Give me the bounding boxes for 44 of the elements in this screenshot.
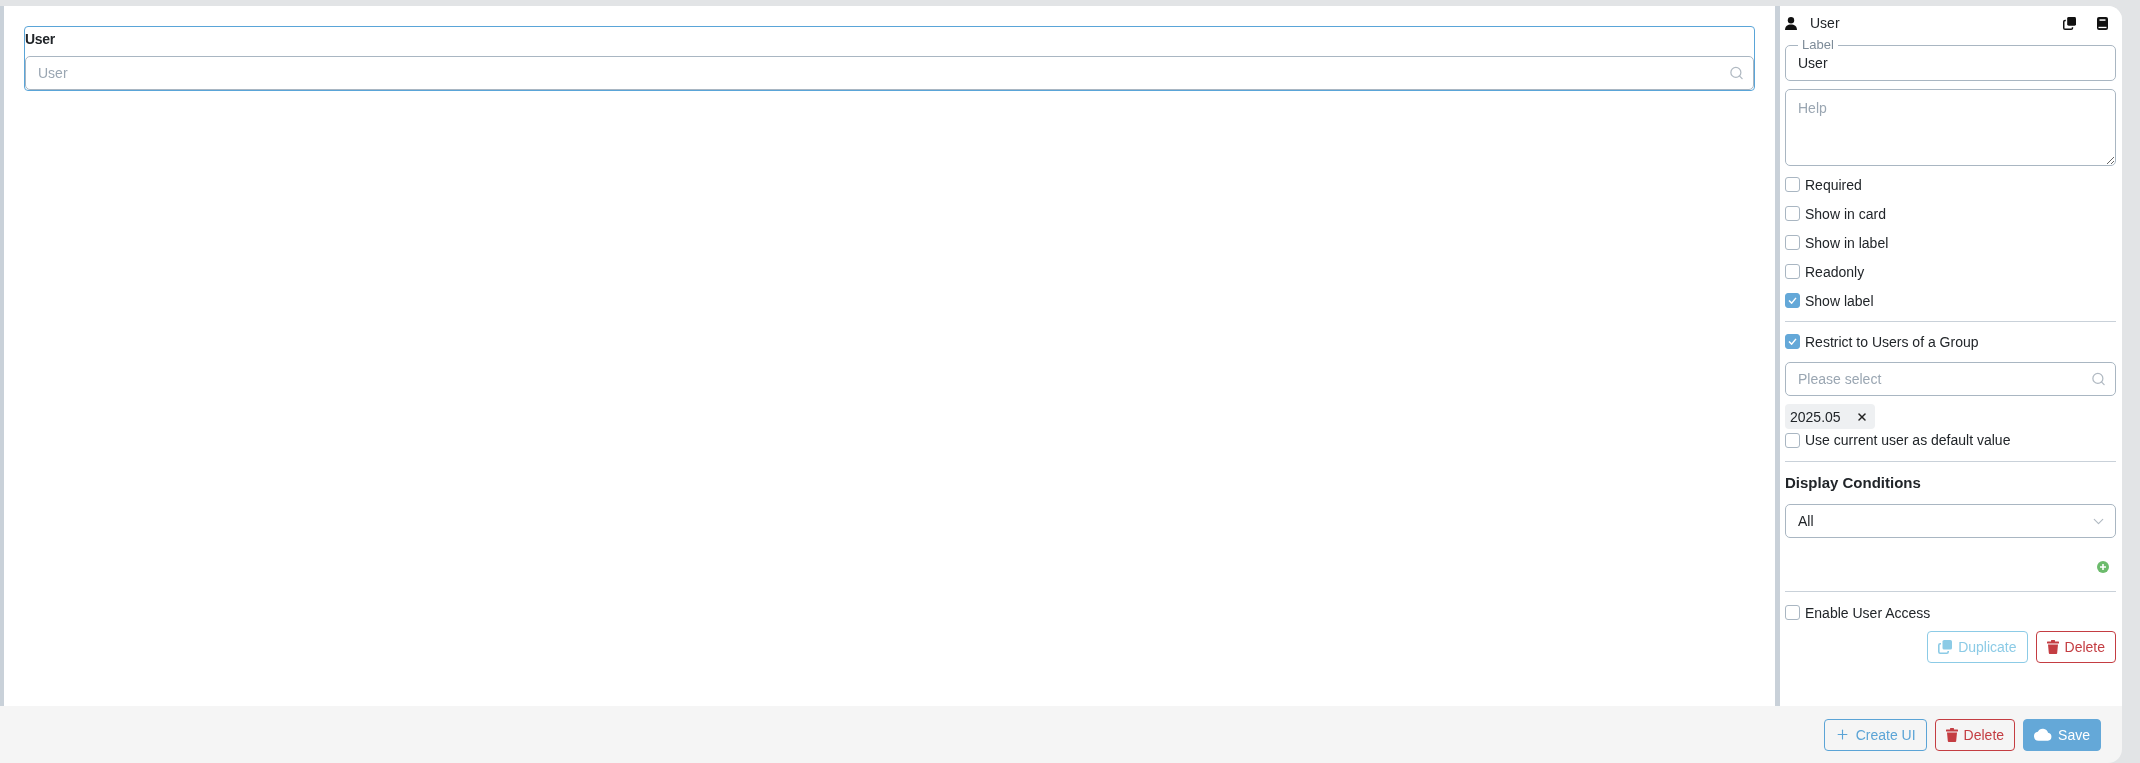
close-icon[interactable] [1856,410,1868,423]
copy-icon [1938,640,1953,654]
label-field[interactable]: Label User [1785,38,2116,81]
group-select-field[interactable]: Please select [1785,362,2116,396]
checkbox-label: Enable User Access [1805,604,1931,621]
checkbox-label: Restrict to Users of a Group [1805,333,1979,350]
user-search-field[interactable]: User [25,56,1754,90]
delete-button[interactable]: Delete [1934,718,2016,751]
checkbox-label: Show in label [1805,234,1889,251]
check-icon [1788,297,1797,304]
checkbox[interactable] [1785,334,1800,349]
checkbox-label: Show in card [1805,205,1886,222]
label-input[interactable]: User [1798,52,2103,74]
checkbox[interactable] [1785,605,1800,620]
section-heading: Display Conditions [1785,473,1921,493]
form-field-card[interactable]: User User [24,26,1755,91]
checkbox[interactable] [1785,235,1800,250]
checkbox-label: Show label [1805,292,1874,309]
chip-label: 2025.05 [1790,408,1841,425]
field-label: User [25,30,55,49]
checkbox[interactable] [1785,293,1800,308]
check-icon [1788,338,1797,345]
checkbox[interactable] [1785,264,1800,279]
search-icon [1729,65,1744,81]
add-condition-icon[interactable] [2097,561,2109,573]
trash-icon [2046,640,2059,654]
checkbox-label: Required [1805,176,1862,193]
panel-title: User [1810,15,1840,31]
checkbox-label: Readonly [1805,263,1865,280]
trash-icon [1945,727,1958,742]
search-icon [2091,371,2106,387]
checkbox[interactable] [1785,432,1800,448]
checkbox[interactable] [1785,177,1800,192]
conditions-select[interactable]: All [1785,504,2116,538]
cloud-icon [2034,728,2053,741]
book-icon[interactable] [2097,16,2108,30]
person-icon [1785,16,1797,30]
help-field[interactable]: Help [1785,89,2116,166]
checkbox-label: Use current user as default value [1805,432,2011,448]
delete-button[interactable]: Delete [2035,631,2116,663]
field-label: Label [1801,38,1835,52]
checkbox[interactable] [1785,206,1800,221]
plus-icon [1834,727,1850,742]
copy-icon[interactable] [2063,16,2076,30]
